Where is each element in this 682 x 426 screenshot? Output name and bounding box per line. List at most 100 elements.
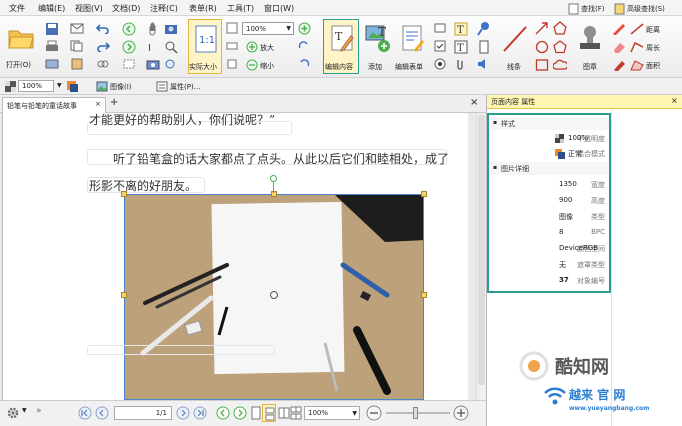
continuous-page-button[interactable] [262, 404, 276, 422]
single-page-icon[interactable] [250, 406, 262, 420]
zoom-in-label[interactable]: 放大 [260, 43, 274, 53]
menu-edit[interactable]: 编辑(E) [38, 3, 65, 14]
collapse-icon[interactable]: » [36, 406, 42, 416]
zoom-out-slider-icon[interactable] [366, 405, 382, 421]
forward-icon[interactable] [122, 40, 136, 54]
property-row-opacity[interactable]: 不透明度 100% [493, 131, 605, 146]
previous-view-icon[interactable] [216, 406, 230, 420]
menu-document[interactable]: 文档(D) [112, 3, 140, 14]
property-row-color-space[interactable]: 颜色空间 DeviceRGB [493, 241, 605, 256]
zoom-slider-thumb[interactable] [413, 407, 418, 419]
paragraph-line-1[interactable]: 才能更好的帮助别人，你们说呢？” [89, 113, 275, 128]
property-row-type[interactable]: 类型 图像 [493, 209, 605, 224]
tab-close-icon[interactable]: × [95, 100, 101, 108]
zoom-select[interactable]: 100% ▼ [242, 22, 294, 35]
open-button[interactable]: 打开(O) [3, 20, 37, 74]
marquee-zoom-icon[interactable] [164, 40, 178, 54]
property-row-blend-mode[interactable]: 混合模式 正常 [493, 146, 605, 161]
first-page-icon[interactable] [78, 406, 92, 420]
find-icon[interactable] [568, 3, 580, 15]
property-row-bpc[interactable]: BPC 8 [493, 225, 605, 240]
pin-icon[interactable] [476, 20, 492, 36]
edit-form-button[interactable]: 编辑表单 [394, 19, 430, 74]
zoom-in-icon[interactable] [246, 41, 258, 53]
page-number-input[interactable]: 1/1 [114, 406, 172, 420]
callout-icon[interactable]: T [454, 40, 468, 54]
advanced-find-icon[interactable] [614, 3, 626, 15]
menu-view[interactable]: 视图(V) [75, 3, 103, 14]
last-page-icon[interactable] [193, 406, 207, 420]
opacity-select[interactable]: 100% [18, 80, 54, 92]
zoom-in-slider-icon[interactable] [453, 405, 469, 421]
cloud-shape-icon[interactable] [553, 58, 567, 72]
resize-handle-nw[interactable] [121, 191, 127, 197]
rectangle-shape-icon[interactable] [535, 58, 549, 72]
perimeter-icon[interactable] [630, 41, 644, 53]
sound-icon[interactable] [476, 58, 490, 70]
lines-button[interactable]: 线条 [496, 19, 532, 74]
scan-icon[interactable] [45, 58, 59, 70]
area-icon[interactable] [630, 59, 644, 71]
panel-close-icon[interactable]: × [671, 96, 678, 105]
zoom-out-label[interactable]: 缩小 [260, 61, 274, 71]
save-icon[interactable] [45, 22, 59, 36]
blend-mode-icon[interactable] [66, 80, 79, 93]
style-section-header[interactable]: ▪ 样式 [491, 117, 609, 130]
arrow-shape-icon[interactable] [535, 21, 549, 35]
resize-handle-w[interactable] [121, 292, 127, 298]
property-row-width[interactable]: 宽度 1350 [493, 177, 605, 192]
text-field-icon[interactable] [434, 22, 446, 34]
chevron-down-icon[interactable]: ▼ [22, 407, 27, 414]
zoom-out-icon[interactable] [246, 59, 258, 71]
paste-icon[interactable] [70, 58, 84, 70]
add-text-icon[interactable]: T [376, 24, 390, 38]
menu-window[interactable]: 窗口(W) [264, 3, 294, 14]
find-label[interactable]: 查找(F) [581, 4, 605, 14]
back-icon[interactable] [122, 22, 136, 36]
copy-icon[interactable] [70, 40, 84, 52]
loupe-icon[interactable] [164, 58, 178, 70]
resize-handle-n[interactable] [271, 191, 277, 197]
document-area[interactable]: 才能更好的帮助别人，你们说呢？” 听了铅笔盒的话大家都点了点头。从此以后它们和睦… [0, 113, 476, 400]
rotate-right-icon[interactable] [298, 59, 310, 71]
link-icon[interactable] [96, 58, 110, 70]
resize-handle-ne[interactable] [421, 191, 427, 197]
fit-visible-icon[interactable] [226, 58, 238, 70]
camera-icon[interactable] [164, 22, 178, 36]
highlight-icon[interactable] [612, 59, 626, 71]
perimeter-label[interactable]: 周长 [646, 43, 660, 53]
properties-button[interactable]: 属性(P)... [170, 82, 200, 92]
previous-page-icon[interactable] [95, 406, 109, 420]
zoom-slider-track[interactable] [386, 412, 450, 414]
note-icon[interactable] [478, 40, 490, 54]
gear-icon[interactable] [6, 406, 20, 420]
actual-size-button[interactable]: 1:1 实际大小 [188, 19, 222, 74]
menu-comment[interactable]: 注释(C) [150, 3, 178, 14]
stamp-button[interactable]: 图章 [572, 19, 606, 74]
advanced-find-label[interactable]: 高级查找(S) [627, 4, 665, 14]
next-page-icon[interactable] [176, 406, 190, 420]
facing-page-icon[interactable] [278, 406, 290, 420]
close-document-icon[interactable]: × [470, 97, 478, 108]
detail-section-header[interactable]: ▪ 图片详细 [491, 162, 609, 175]
eraser-icon[interactable] [612, 41, 626, 53]
vertical-scrollbar[interactable] [476, 113, 486, 400]
hand-icon[interactable] [146, 22, 160, 36]
select-text-icon[interactable] [122, 58, 136, 70]
menu-file[interactable]: 文件 [9, 3, 25, 14]
next-view-icon[interactable] [233, 406, 247, 420]
fit-page-icon[interactable] [226, 22, 238, 34]
resize-handle-e[interactable] [421, 292, 427, 298]
text-select-icon[interactable]: I [146, 40, 160, 54]
typewriter-icon[interactable]: T [454, 22, 468, 36]
snapshot-icon[interactable] [146, 58, 160, 70]
area-label[interactable]: 面积 [646, 61, 660, 71]
paragraph-line-2[interactable]: 听了铅笔盒的话大家都点了点头。从此以后它们和睦相处，成了 [113, 150, 449, 167]
chevron-down-icon[interactable]: ▼ [57, 82, 62, 89]
property-row-object-number[interactable]: 对象编号 37 [493, 273, 605, 288]
zoom-level-select[interactable]: 100% ▼ [304, 406, 360, 420]
email-icon[interactable] [70, 22, 84, 34]
property-row-mask-type[interactable]: 遮罩类型 无 [493, 257, 605, 272]
attachment-icon[interactable] [454, 58, 468, 70]
document-tab[interactable]: 铅笔与铅笔的童话故事 × [2, 97, 106, 113]
